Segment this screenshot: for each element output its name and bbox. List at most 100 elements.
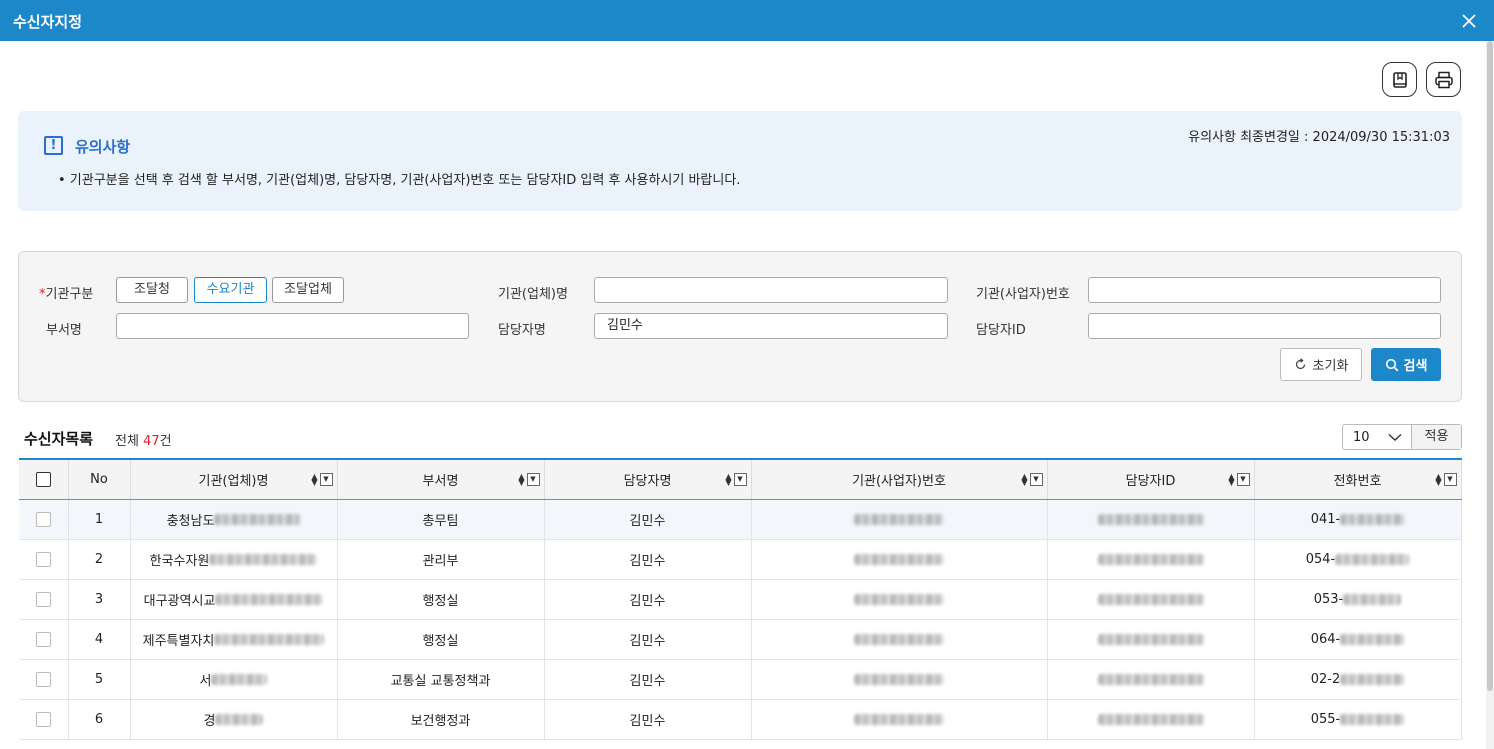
notice-text: • 기관구분을 선택 후 검색 할 부서명, 기관(업체)명, 담당자명, 기관… (58, 173, 741, 188)
org-type-demand-button[interactable]: 수요기관 (194, 277, 267, 303)
row-org: 서 (130, 659, 338, 700)
sort-filter-control[interactable]: ▲ ▼ ▼ (725, 472, 747, 486)
manager-id-input[interactable] (1088, 313, 1441, 339)
row-manager: 김민수 (544, 659, 752, 700)
row-manager: 김민수 (544, 619, 752, 660)
redacted-text (209, 553, 318, 565)
sort-filter-control[interactable]: ▲ ▼ ▼ (518, 472, 540, 486)
row-manager: 김민수 (544, 539, 752, 580)
org-type-supplier-button[interactable]: 조달업체 (272, 277, 344, 303)
table-row[interactable]: 4 제주특별자치 행정실 김민수 064- (19, 619, 1462, 660)
sort-filter-control[interactable]: ▲ ▼ ▼ (311, 472, 333, 486)
list-title: 수신자목록 (24, 430, 94, 448)
redacted-text (854, 713, 944, 725)
redacted-text (211, 673, 268, 685)
dept-input[interactable] (116, 313, 469, 339)
row-org: 제주특별자치 (130, 619, 338, 660)
row-checkbox[interactable] (35, 511, 51, 527)
row-manager-id (1047, 699, 1255, 740)
search-icon (1385, 358, 1398, 371)
page-size-value: 10 (1353, 430, 1370, 445)
apply-button[interactable]: 적용 (1411, 425, 1461, 449)
printer-icon (1434, 71, 1453, 88)
redacted-text (1097, 513, 1204, 525)
redacted-text (854, 513, 944, 525)
row-org: 대구광역시교 (130, 579, 338, 620)
sort-filter-control[interactable]: ▲ ▼ ▼ (1021, 472, 1043, 486)
row-no: 4 (68, 619, 131, 660)
notice-box: ! 유의사항 유의사항 최종변경일 : 2024/09/30 15:31:03 … (18, 111, 1462, 211)
reset-label: 초기화 (1312, 359, 1349, 374)
redacted-text (1343, 593, 1402, 605)
select-all-checkbox[interactable] (35, 471, 51, 487)
column-header-manager-id[interactable]: 담당자ID ▲ ▼ ▼ (1047, 458, 1255, 500)
filter-icon[interactable]: ▼ (1029, 473, 1043, 486)
org-type-label: *기관구분 (39, 287, 94, 302)
manager-label: 담당자명 (498, 323, 546, 338)
filter-icon[interactable]: ▼ (1443, 473, 1457, 486)
org-type-procurement-button[interactable]: 조달청 (116, 277, 188, 303)
page-size-select[interactable]: 10 적용 (1342, 424, 1462, 450)
column-header-biz-no[interactable]: 기관(사업자)번호 ▲ ▼ ▼ (751, 458, 1048, 500)
column-header-phone[interactable]: 전화번호 ▲ ▼ ▼ (1254, 458, 1462, 500)
row-dept: 관리부 (337, 539, 545, 580)
sort-icon[interactable]: ▲ ▼ (1228, 472, 1234, 486)
sort-filter-control[interactable]: ▲ ▼ ▼ (1228, 472, 1250, 486)
filter-icon[interactable]: ▼ (1236, 473, 1250, 486)
row-org: 한국수자원 (130, 539, 338, 580)
row-no: 2 (68, 539, 131, 580)
row-no: 5 (68, 659, 131, 700)
table-row[interactable]: 5 서 교통실 교통정책과 김민수 02-2 (19, 659, 1462, 700)
row-dept: 총무팀 (337, 499, 545, 540)
row-manager: 김민수 (544, 499, 752, 540)
table-row[interactable]: 3 대구광역시교 행정실 김민수 053- (19, 579, 1462, 620)
filter-icon[interactable]: ▼ (733, 473, 747, 486)
column-header-manager[interactable]: 담당자명 ▲ ▼ ▼ (544, 458, 752, 500)
row-dept: 보건행정과 (337, 699, 545, 740)
column-header-org[interactable]: 기관(업체)명 ▲ ▼ ▼ (130, 458, 338, 500)
reset-button[interactable]: 초기화 (1280, 348, 1362, 381)
manager-input[interactable]: 김민수 (594, 313, 948, 339)
scrollbar-thumb[interactable] (1487, 41, 1493, 691)
table-row[interactable]: 1 충청남도 총무팀 김민수 041- (19, 499, 1462, 540)
sort-icon[interactable]: ▲ ▼ (725, 472, 731, 486)
sort-icon[interactable]: ▲ ▼ (311, 472, 317, 486)
sort-icon[interactable]: ▲ ▼ (518, 472, 524, 486)
row-checkbox[interactable] (35, 631, 51, 647)
sort-icon[interactable]: ▲ ▼ (1021, 472, 1027, 486)
row-checkbox[interactable] (35, 591, 51, 607)
search-button[interactable]: 검색 (1371, 348, 1441, 381)
org-name-input[interactable] (594, 277, 948, 303)
redacted-text (1340, 673, 1405, 685)
redacted-text (1340, 633, 1405, 645)
sort-filter-control[interactable]: ▲ ▼ ▼ (1435, 472, 1457, 486)
redacted-text (1097, 593, 1204, 605)
row-no: 3 (68, 579, 131, 620)
row-phone: 064- (1254, 619, 1462, 660)
redacted-text (854, 553, 944, 565)
table-row[interactable]: 6 경 보건행정과 김민수 055- (19, 699, 1462, 740)
redacted-text (214, 633, 325, 645)
row-checkbox[interactable] (35, 551, 51, 567)
filter-icon[interactable]: ▼ (319, 473, 333, 486)
column-header-dept[interactable]: 부서명 ▲ ▼ ▼ (337, 458, 545, 500)
notice-title: 유의사항 (75, 138, 131, 156)
row-manager-id (1047, 539, 1255, 580)
row-org: 경 (130, 699, 338, 740)
filter-icon[interactable]: ▼ (526, 473, 540, 486)
sort-icon[interactable]: ▲ ▼ (1435, 472, 1441, 486)
biz-no-input[interactable] (1088, 277, 1441, 303)
manual-button[interactable] (1382, 62, 1417, 97)
row-no: 1 (68, 499, 131, 540)
close-icon[interactable] (1460, 12, 1478, 30)
column-header-no[interactable]: No (68, 458, 131, 500)
row-phone: 055- (1254, 699, 1462, 740)
row-checkbox[interactable] (35, 711, 51, 727)
table-row[interactable]: 2 한국수자원 관리부 김민수 054- (19, 539, 1462, 580)
row-manager-id (1047, 579, 1255, 620)
row-manager: 김민수 (544, 579, 752, 620)
redacted-text (1097, 633, 1204, 645)
print-button[interactable] (1426, 62, 1461, 97)
row-checkbox[interactable] (35, 671, 51, 687)
vertical-scrollbar[interactable] (1486, 41, 1494, 749)
